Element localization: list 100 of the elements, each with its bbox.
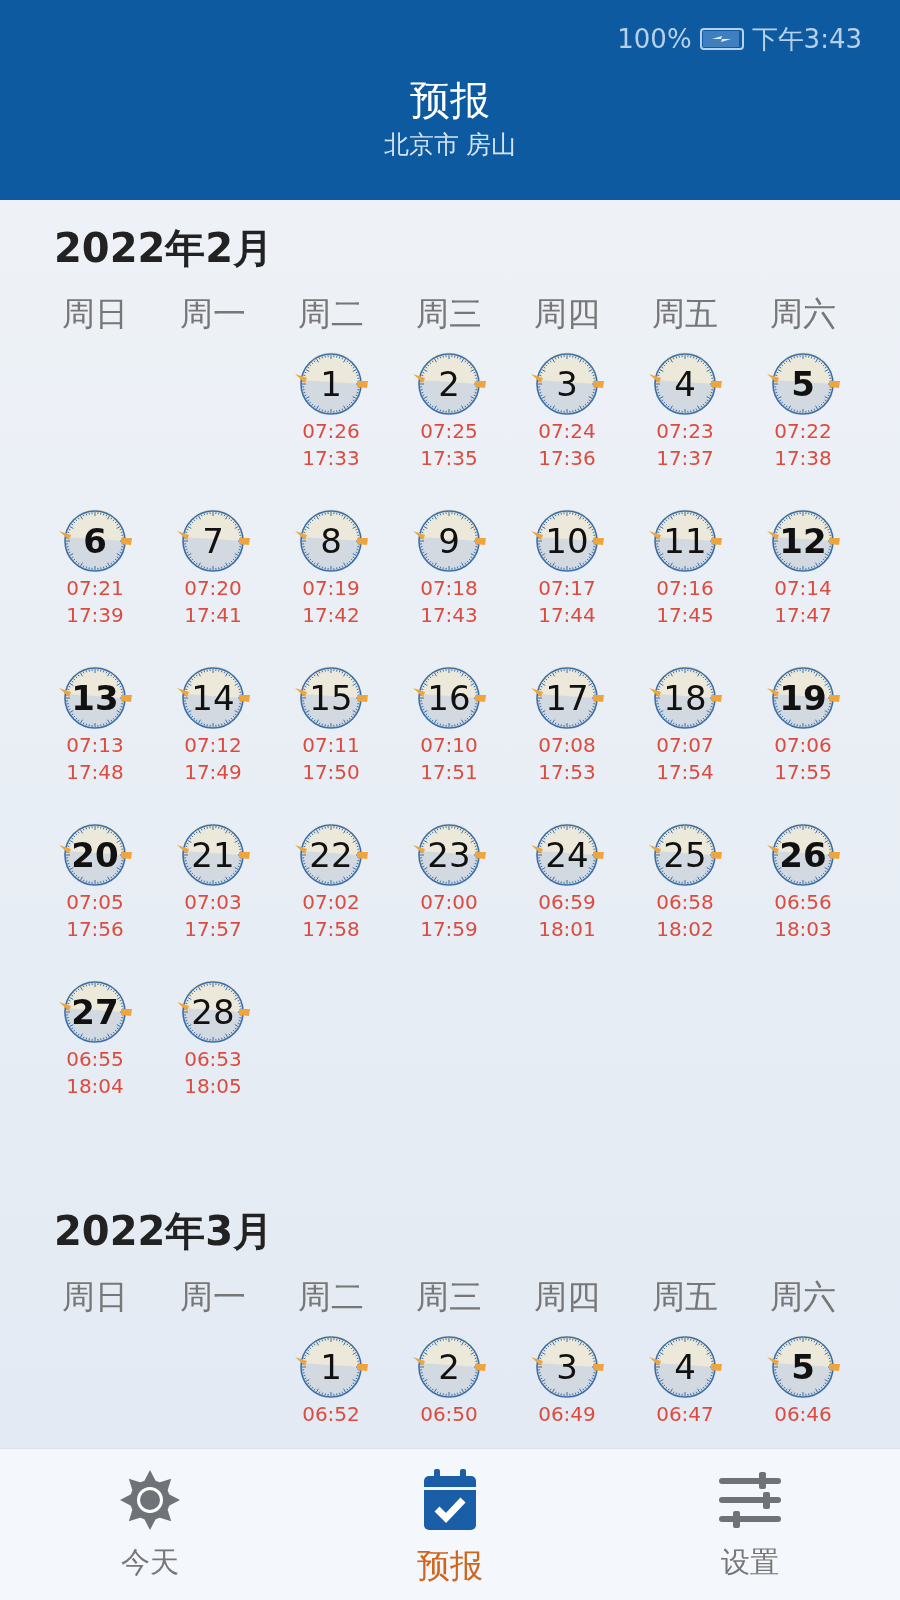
sunset-time: 17:55 <box>774 759 832 786</box>
weekday-label: 周日 <box>61 293 129 335</box>
sunrise-time: 07:02 <box>302 889 360 916</box>
sliders-icon <box>719 1472 781 1528</box>
day-number: 9 <box>438 524 460 558</box>
sunset-time: 18:01 <box>538 916 596 943</box>
sunset-time: 17:51 <box>420 759 478 786</box>
day-number: 10 <box>545 524 589 558</box>
clock-icon <box>293 350 369 418</box>
sunrise-time: 07:25 <box>420 418 478 445</box>
clock-icon <box>529 507 605 575</box>
weekday-label: 周日 <box>61 1276 129 1318</box>
sunrise-time: 06:50 <box>420 1401 478 1428</box>
clock-icon <box>765 350 841 418</box>
battery-percent: 100% <box>617 22 692 56</box>
sunrise-time: 07:10 <box>420 732 478 759</box>
weekday-label: 周一 <box>179 1276 247 1318</box>
day-number: 19 <box>779 681 827 715</box>
clock-icon <box>647 664 723 732</box>
day-number: 2 <box>438 1350 460 1384</box>
day-number: 11 <box>663 524 707 558</box>
day-number: 18 <box>663 681 707 715</box>
calendar-check-icon <box>422 1469 478 1531</box>
day-number: 4 <box>674 367 696 401</box>
sunset-time: 18:02 <box>656 916 714 943</box>
sunrise-time: 07:03 <box>184 889 242 916</box>
sunset-time: 17:41 <box>184 602 242 629</box>
clock-icon <box>175 821 251 889</box>
sunrise-time: 07:26 <box>302 418 360 445</box>
clock-icon <box>647 507 723 575</box>
clock-icon <box>293 507 369 575</box>
tab-button[interactable]: 今天 <box>0 1449 300 1600</box>
clock-icon <box>529 350 605 418</box>
day-number: 1 <box>320 1350 342 1384</box>
clock-icon <box>293 664 369 732</box>
sunset-time: 17:59 <box>420 916 478 943</box>
sunset-time: 17:43 <box>420 602 478 629</box>
clock-icon <box>175 507 251 575</box>
day-number: 3 <box>556 367 578 401</box>
sunset-time: 17:54 <box>656 759 714 786</box>
day-number: 26 <box>779 838 827 872</box>
weekday-label: 周六 <box>769 1276 837 1318</box>
sunset-time: 17:48 <box>66 759 124 786</box>
sunrise-time: 07:14 <box>774 575 832 602</box>
sunrise-time: 07:21 <box>66 575 124 602</box>
month-title: 2022年3月 <box>53 1207 275 1256</box>
clock-icon <box>175 664 251 732</box>
sunrise-time: 06:52 <box>302 1401 360 1428</box>
clock-icon <box>175 978 251 1046</box>
month-title: 2022年2月 <box>53 224 275 273</box>
day-number: 15 <box>309 681 353 715</box>
sunrise-time: 07:19 <box>302 575 360 602</box>
day-number: 4 <box>674 1350 696 1384</box>
day-number: 21 <box>191 838 235 872</box>
day-number: 22 <box>309 838 353 872</box>
tab-button[interactable]: 预报 <box>300 1449 600 1600</box>
sunrise-time: 06:55 <box>66 1046 124 1073</box>
day-number: 25 <box>663 838 707 872</box>
clock-icon <box>293 821 369 889</box>
day-number: 23 <box>427 838 471 872</box>
clock-icon <box>765 1333 841 1401</box>
sunrise-time: 07:12 <box>184 732 242 759</box>
day-number: 3 <box>556 1350 578 1384</box>
day-number: 12 <box>779 524 827 558</box>
sunset-time: 17:57 <box>184 916 242 943</box>
sunset-time: 17:49 <box>184 759 242 786</box>
day-number: 7 <box>202 524 224 558</box>
sunrise-time: 07:11 <box>302 732 360 759</box>
clock-icon <box>529 821 605 889</box>
clock-icon <box>411 664 487 732</box>
sunset-time: 17:44 <box>538 602 596 629</box>
day-number: 8 <box>320 524 342 558</box>
clock-icon <box>765 821 841 889</box>
day-number: 1 <box>320 367 342 401</box>
clock-icon <box>647 821 723 889</box>
sunrise-time: 07:24 <box>538 418 596 445</box>
location-subtitle: 北京市 房山 <box>382 129 518 161</box>
sunrise-time: 07:00 <box>420 889 478 916</box>
sunset-time: 17:56 <box>66 916 124 943</box>
sunset-time: 17:36 <box>538 445 596 472</box>
day-number: 24 <box>545 838 589 872</box>
day-number: 14 <box>191 681 235 715</box>
sunset-time: 17:50 <box>302 759 360 786</box>
sunrise-time: 07:20 <box>184 575 242 602</box>
sunrise-time: 07:16 <box>656 575 714 602</box>
clock-icon <box>647 1333 723 1401</box>
clock-icon <box>411 350 487 418</box>
weekday-label: 周三 <box>415 293 483 335</box>
weekday-label: 周五 <box>651 1276 719 1318</box>
sunset-time: 17:37 <box>656 445 714 472</box>
battery-icon <box>699 28 744 50</box>
sunrise-time: 06:59 <box>538 889 596 916</box>
sunrise-time: 06:53 <box>184 1046 242 1073</box>
weekday-label: 周四 <box>533 1276 601 1318</box>
weekday-label: 周三 <box>415 1276 483 1318</box>
sunset-time: 17:47 <box>774 602 832 629</box>
clock-icon <box>411 1333 487 1401</box>
clock-icon <box>529 1333 605 1401</box>
tab-button[interactable]: 设置 <box>600 1449 900 1600</box>
day-number: 13 <box>71 681 119 715</box>
